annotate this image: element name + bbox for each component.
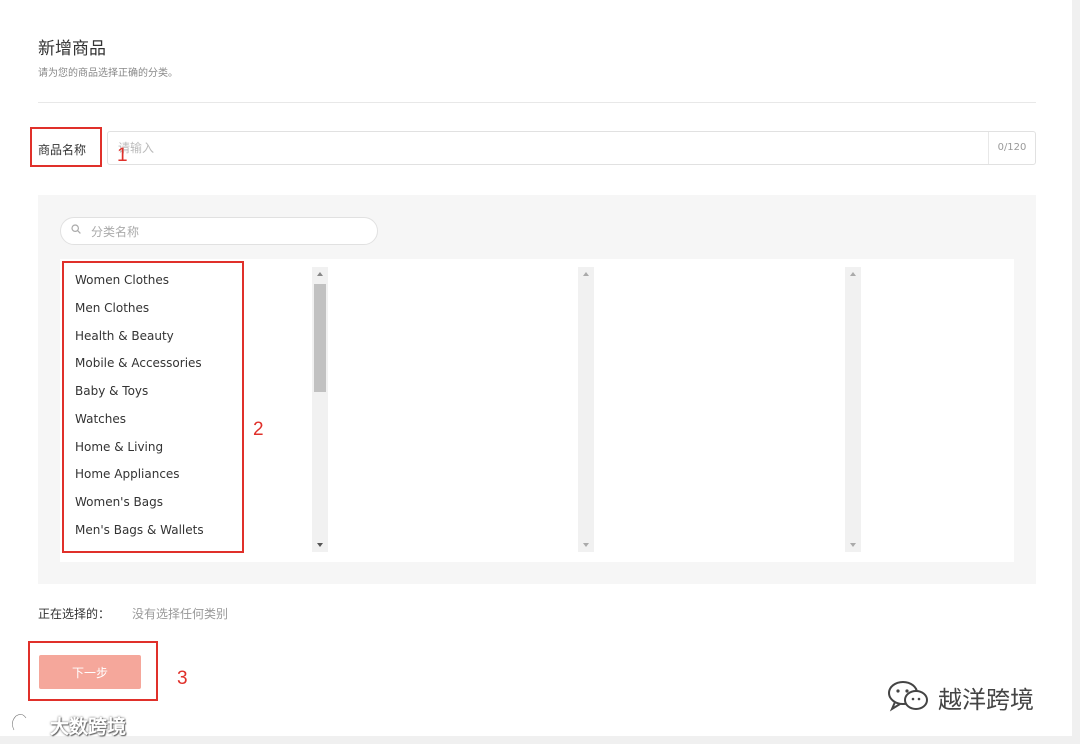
watermark-left-text: 大数跨境: [50, 716, 127, 738]
scroll-up-icon[interactable]: [845, 267, 861, 281]
scroll-down-icon[interactable]: [312, 538, 328, 552]
watermark-right-text: 越洋跨境: [938, 686, 1034, 714]
search-icon: [71, 224, 81, 234]
annotation-number-3: 3: [177, 668, 188, 689]
category-scrollbar-1[interactable]: [312, 267, 328, 552]
scroll-up-icon[interactable]: [312, 267, 328, 281]
scroll-up-icon[interactable]: [578, 267, 594, 281]
category-scrollbar-2[interactable]: [578, 267, 594, 552]
selection-value: 没有选择任何类别: [132, 607, 229, 621]
divider: [38, 102, 1036, 103]
selection-label: 正在选择的：: [38, 607, 111, 621]
category-scrollbar-3[interactable]: [845, 267, 861, 552]
annotation-box-3: [28, 641, 158, 701]
annotation-number-2: 2: [253, 419, 264, 440]
category-search: [60, 217, 378, 246]
scroll-down-icon[interactable]: [578, 538, 594, 552]
product-name-field: 0/120: [107, 131, 1036, 165]
product-name-input[interactable]: [108, 132, 1008, 164]
brand-logo-icon: [11, 711, 47, 731]
annotation-number-1: 1: [117, 145, 128, 166]
annotation-box-1: [30, 127, 102, 167]
wechat-icon: [888, 681, 928, 712]
char-counter: 0/120: [988, 132, 1035, 164]
scrollbar-thumb[interactable]: [314, 284, 326, 392]
scroll-down-icon[interactable]: [845, 538, 861, 552]
category-search-input[interactable]: [89, 218, 373, 246]
page-subtitle: 请为您的商品选择正确的分类。: [38, 68, 178, 79]
page-title: 新增商品: [38, 39, 106, 59]
annotation-box-2: [62, 261, 244, 553]
